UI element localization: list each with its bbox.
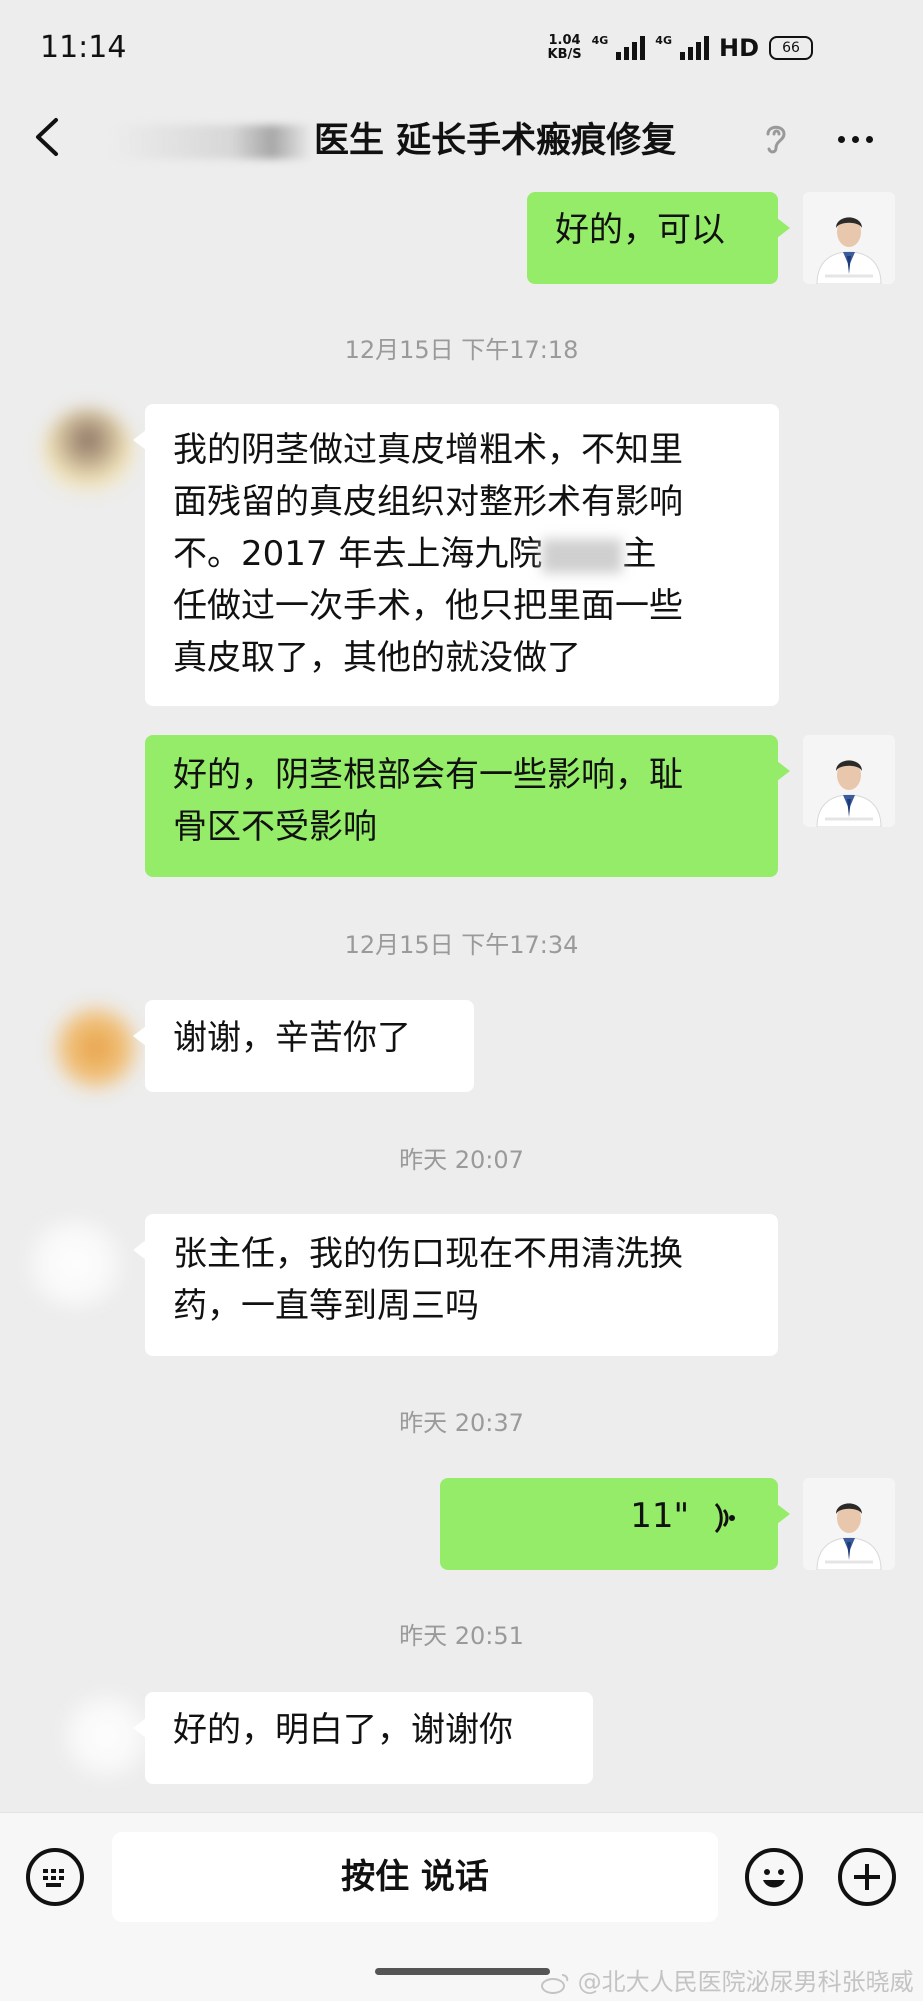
hd-indicator: HD	[718, 34, 759, 62]
network-type-2: 4G	[655, 34, 672, 47]
doctor-avatar[interactable]	[803, 735, 895, 827]
message-text: 好的，明白了，谢谢你	[173, 1710, 513, 1750]
received-message[interactable]: 我的阴茎做过真皮增粗术，不知里 面残留的真皮组织对整形术有影响 不。2017 年…	[133, 404, 779, 706]
status-indicators: 1.04 KB/S 4G 4G HD 66	[548, 34, 813, 62]
message-line: 好的，阴茎根部会有一些影响，耻	[173, 755, 683, 795]
received-message[interactable]: 张主任，我的伤口现在不用清洗换 药，一直等到周三吗	[133, 1214, 778, 1356]
hold-to-talk-button[interactable]: 按住 说话	[112, 1832, 718, 1922]
network-speed-value: 1.04	[548, 33, 581, 48]
emoji-button[interactable]	[745, 1848, 803, 1906]
network-speed: 1.04 KB/S	[548, 34, 582, 62]
weibo-icon	[541, 1974, 569, 1994]
doctor-avatar[interactable]	[803, 192, 895, 284]
status-time: 11:14	[40, 30, 127, 65]
message-text: 谢谢，辛苦你了	[173, 1018, 411, 1058]
message-line: 药，一直等到周三吗	[173, 1286, 479, 1326]
timestamp: 昨天 20:07	[399, 1146, 524, 1174]
message-text: 好的，可以	[555, 210, 725, 250]
voice-wave-icon	[714, 1502, 735, 1533]
network-type-1: 4G	[591, 34, 609, 47]
signal-icon-2	[679, 36, 709, 60]
sent-message[interactable]: 好的，可以	[527, 192, 790, 284]
voice-duration: 11"	[630, 1496, 690, 1536]
status-bar: 11:14 1.04 KB/S 4G 4G HD 66	[0, 0, 923, 100]
message-line: 骨区不受影响	[173, 807, 377, 847]
chat-title-text: 医生 延长手术瘢痕修复	[314, 121, 677, 161]
redacted-name	[112, 125, 312, 159]
plus-button[interactable]	[838, 1848, 896, 1906]
timestamp: 昨天 20:37	[399, 1409, 524, 1437]
back-chevron-icon	[36, 118, 58, 156]
network-speed-unit: KB/S	[547, 47, 582, 62]
plus-icon	[854, 1864, 880, 1890]
redacted-name	[542, 538, 623, 573]
signal-icon	[616, 36, 646, 60]
timestamp: 12月15日 下午17:34	[344, 931, 579, 959]
message-line: 任做过一次手术，他只把里面一些	[173, 586, 683, 626]
received-message[interactable]: 好的，明白了，谢谢你	[133, 1692, 593, 1784]
back-button[interactable]	[28, 112, 68, 162]
message-line: 面残留的真皮组织对整形术有影响	[173, 482, 683, 522]
chat-title: 医生 延长手术瘢痕修复	[112, 112, 752, 163]
message-line: 真皮取了，其他的就没做了	[173, 638, 581, 678]
message-line: 我的阴茎做过真皮增粗术，不知里	[173, 430, 683, 470]
message-line: 不。2017 年去上海九院主	[173, 534, 657, 574]
keyboard-icon	[43, 1869, 64, 1887]
timestamp: 昨天 20:51	[399, 1622, 524, 1650]
watermark: @北大人民医院泌尿男科张晓威	[540, 1962, 914, 1997]
watermark-text: @北大人民医院泌尿男科张晓威	[577, 1968, 914, 1996]
message-line: 张主任，我的伤口现在不用清洗换	[173, 1234, 683, 1274]
keyboard-toggle-button[interactable]	[26, 1848, 84, 1906]
more-dots-icon[interactable]	[830, 124, 880, 154]
voice-message[interactable]: 11"	[440, 1478, 790, 1570]
patient-avatar[interactable]	[42, 408, 134, 500]
battery-icon: 66	[769, 36, 813, 60]
patient-avatar[interactable]	[50, 1002, 142, 1094]
emoji-icon	[763, 1869, 785, 1888]
home-indicator[interactable]	[375, 1968, 550, 1975]
patient-avatar[interactable]	[20, 1218, 130, 1310]
ear-icon	[760, 120, 790, 156]
received-message[interactable]: 谢谢，辛苦你了	[133, 1000, 474, 1092]
sent-message[interactable]: 好的，阴茎根部会有一些影响，耻 骨区不受影响	[145, 735, 790, 877]
timestamp: 12月15日 下午17:18	[344, 336, 579, 364]
doctor-avatar[interactable]	[803, 1478, 895, 1570]
